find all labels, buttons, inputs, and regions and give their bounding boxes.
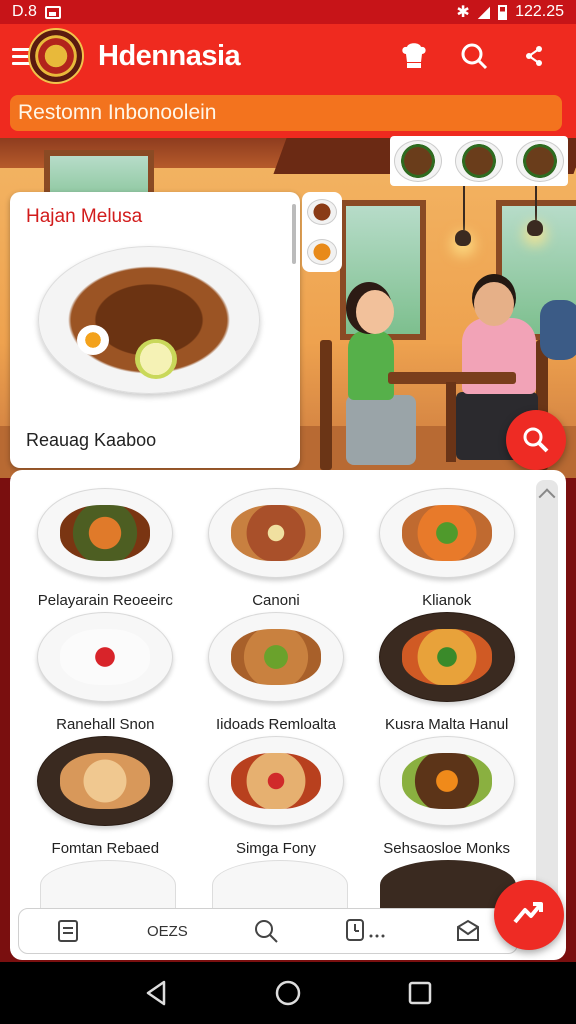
home-button[interactable] xyxy=(264,969,312,1017)
battery-icon xyxy=(498,4,508,20)
dish-card[interactable]: Klianok xyxy=(361,480,532,609)
restaurant-logo xyxy=(28,28,84,84)
dish-label: Fomtan Rebaed xyxy=(51,840,160,857)
dish-image xyxy=(37,488,174,578)
status-bar: D.8 ✱ ◢ 122.25 xyxy=(0,0,576,24)
tab-history[interactable] xyxy=(345,911,389,951)
search-icon xyxy=(255,920,279,943)
dish-card[interactable]: Fomtan Rebaed xyxy=(20,728,191,857)
dish-card[interactable]: Simga Fony xyxy=(191,728,362,857)
back-icon xyxy=(146,980,166,1006)
featured-dish-caption: Reauag Kaaboo xyxy=(26,430,157,450)
featured-dish-card[interactable]: Hajan Melusa Reauag Kaaboo xyxy=(10,192,300,468)
wall-dish-photos xyxy=(390,136,568,186)
bluetooth-icon: ✱ xyxy=(456,4,470,21)
app-bar: Hdennasia xyxy=(0,24,576,88)
dish-card[interactable]: Iidoads Remloalta xyxy=(191,604,362,733)
wifi-icon: ◢ xyxy=(477,4,491,21)
dish-image xyxy=(207,736,344,826)
dish-card[interactable]: Pelayarain Reoeeirc xyxy=(20,480,191,609)
chef-button[interactable] xyxy=(384,36,444,76)
back-button[interactable] xyxy=(132,969,180,1017)
dish-card[interactable]: Ranehall Snon xyxy=(20,604,191,733)
clock-icon xyxy=(346,919,385,941)
direction-arrow-icon xyxy=(513,902,543,924)
image-notification-icon xyxy=(44,5,61,19)
dish-image xyxy=(207,612,344,702)
sub-header: Restomn Inbonoolein xyxy=(0,88,576,138)
list-icon xyxy=(58,920,79,942)
dish-card[interactable]: Kusra Malta Hanul xyxy=(361,604,532,733)
recents-button[interactable] xyxy=(396,969,444,1017)
dish-image xyxy=(37,612,174,702)
share-button[interactable] xyxy=(504,36,564,76)
featured-scrollbar[interactable] xyxy=(292,204,296,264)
dish-card[interactable]: Canoni xyxy=(191,480,362,609)
dish-image xyxy=(207,488,344,578)
dish-image xyxy=(37,736,174,826)
search-fab[interactable] xyxy=(506,410,566,470)
restaurant-location-pill[interactable]: Restomn Inbonoolein xyxy=(10,95,562,131)
tab-orders-label: OEZS xyxy=(146,922,188,940)
recents-icon xyxy=(408,981,432,1005)
thumbnail-1[interactable] xyxy=(307,199,337,225)
featured-dish-image xyxy=(38,246,260,394)
search-icon xyxy=(523,427,549,453)
dish-image xyxy=(378,488,515,578)
dish-label: Simga Fony xyxy=(235,840,317,857)
home-icon xyxy=(275,980,301,1006)
chef-icon xyxy=(402,43,426,68)
app-title: Hdennasia xyxy=(98,39,241,72)
tab-messages[interactable] xyxy=(448,911,488,951)
bottom-tab-bar: OEZS xyxy=(18,908,518,954)
chevron-up-icon[interactable] xyxy=(538,488,556,506)
featured-dish-title: Hajan Melusa xyxy=(26,206,143,227)
dish-image xyxy=(378,736,515,826)
featured-thumbnails xyxy=(302,192,342,272)
search-button[interactable] xyxy=(444,36,504,76)
dish-label: Sehsaosloe Monks xyxy=(383,840,511,857)
grid-scrollbar[interactable] xyxy=(536,480,558,920)
share-icon xyxy=(526,46,542,66)
dish-card[interactable]: Sehsaosloe Monks xyxy=(361,728,532,857)
thumbnail-2[interactable] xyxy=(307,239,337,265)
tab-search[interactable] xyxy=(246,911,286,951)
tab-menu[interactable] xyxy=(48,911,88,951)
dish-image xyxy=(378,612,515,702)
dish-grid: Pelayarain Reoeeirc Canoni Klianok Raneh… xyxy=(20,480,532,857)
status-time-right: 122.25 xyxy=(515,3,564,20)
tab-orders[interactable]: OEZS xyxy=(147,911,188,951)
status-time-left: D.8 xyxy=(12,3,37,20)
navigate-fab[interactable] xyxy=(494,880,564,950)
search-icon xyxy=(461,43,488,70)
mail-icon xyxy=(456,919,479,941)
system-navigation-bar xyxy=(0,962,576,1024)
